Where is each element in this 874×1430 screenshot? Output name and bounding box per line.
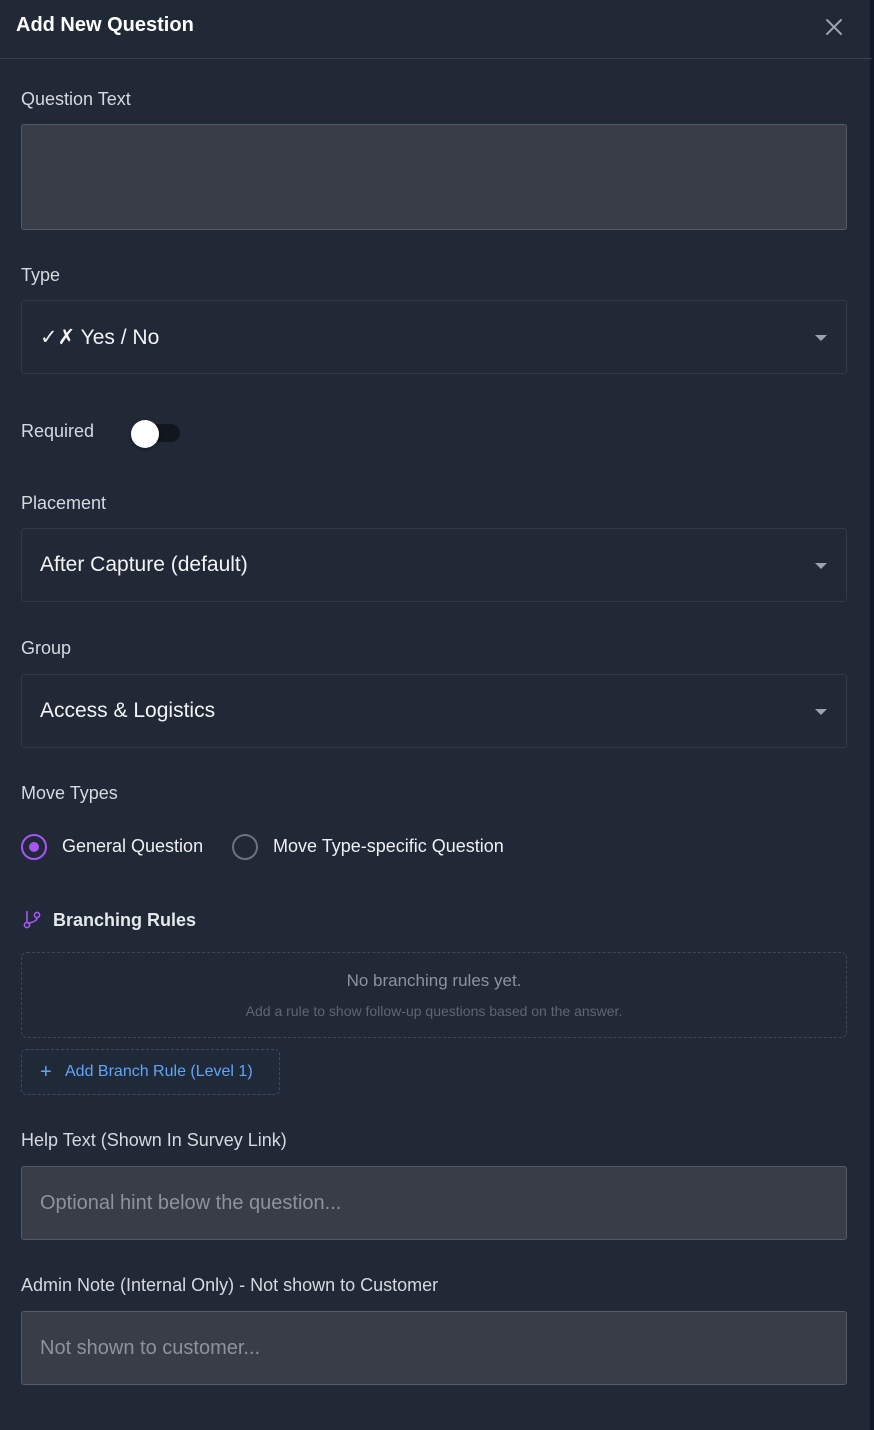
plus-icon: + xyxy=(40,1061,52,1083)
group-selected-value: Access & Logistics xyxy=(40,699,216,722)
close-icon xyxy=(826,19,842,35)
chevron-down-icon xyxy=(815,709,827,715)
radio-general-label: General Question xyxy=(62,836,204,856)
empty-state-title: No branching rules yet. xyxy=(346,971,522,990)
close-button[interactable] xyxy=(820,13,848,41)
placement-select[interactable]: After Capture (default) xyxy=(21,528,847,602)
placement-label: Placement xyxy=(21,493,107,513)
move-types-label: Move Types xyxy=(21,783,118,803)
chevron-down-icon xyxy=(815,335,827,341)
add-branch-rule-button[interactable]: + Add Branch Rule (Level 1) xyxy=(21,1049,280,1095)
help-text-label: Help Text (Shown In Survey Link) xyxy=(21,1130,287,1150)
add-question-dialog: Add New Question Question Text Type ✓✗ Y… xyxy=(0,0,872,1430)
type-select[interactable]: ✓✗ Yes / No xyxy=(21,300,847,374)
group-label: Group xyxy=(21,638,72,658)
empty-state-subtitle: Add a rule to show follow-up questions b… xyxy=(245,1003,623,1019)
type-label: Type xyxy=(21,265,61,285)
group-select[interactable]: Access & Logistics xyxy=(21,674,847,748)
help-text-input[interactable] xyxy=(21,1166,847,1240)
branching-empty-state: No branching rules yet. Add a rule to sh… xyxy=(21,952,847,1038)
question-text-input[interactable] xyxy=(21,124,847,230)
question-text-label: Question Text xyxy=(21,89,131,109)
type-selected-value: ✓✗ Yes / No xyxy=(40,326,160,349)
add-branch-rule-label: Add Branch Rule (Level 1) xyxy=(65,1063,253,1080)
radio-general-question[interactable]: General Question xyxy=(21,834,221,860)
placement-selected-value: After Capture (default) xyxy=(40,553,248,576)
chevron-down-icon xyxy=(815,563,827,569)
toggle-knob xyxy=(131,420,159,448)
required-label: Required xyxy=(21,421,95,441)
radio-move-type-specific[interactable]: Move Type-specific Question xyxy=(232,834,532,860)
radio-circle xyxy=(232,834,258,860)
radio-circle-checked xyxy=(21,834,47,860)
admin-note-label: Admin Note (Internal Only) - Not shown t… xyxy=(21,1275,439,1295)
dialog-title: Add New Question xyxy=(16,14,194,36)
admin-note-input[interactable] xyxy=(21,1311,847,1385)
radio-dot xyxy=(29,842,39,852)
required-toggle[interactable] xyxy=(131,420,181,448)
git-branch-icon xyxy=(23,910,41,929)
radio-move-type-label: Move Type-specific Question xyxy=(273,836,504,856)
branching-rules-title: Branching Rules xyxy=(53,910,197,930)
dialog-header: Add New Question xyxy=(0,0,872,59)
